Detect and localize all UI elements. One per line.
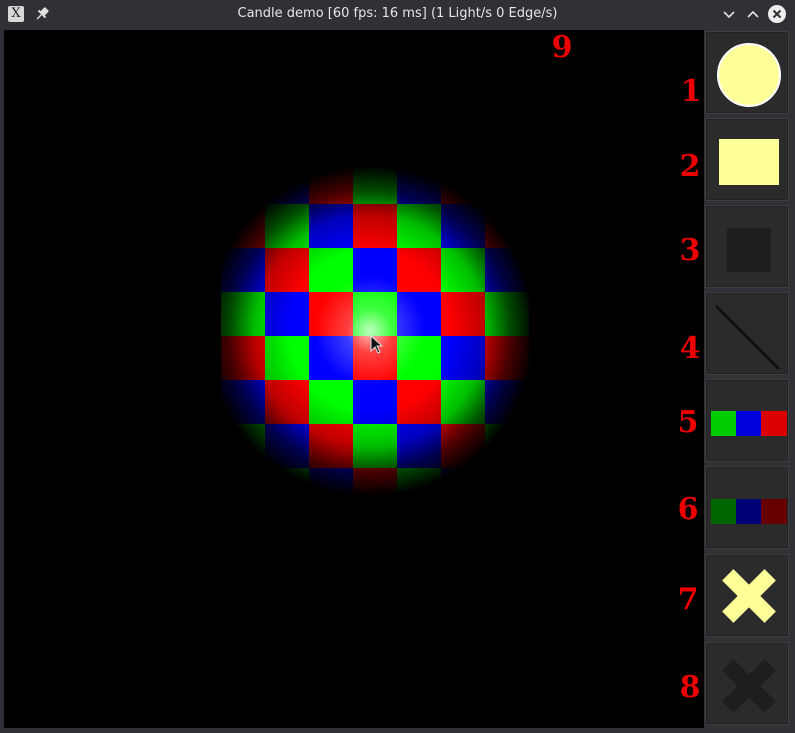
bright-rgb-checker-icon (711, 411, 787, 436)
canvas-label: 9 (551, 30, 573, 65)
add-edge-line-button[interactable] (705, 292, 789, 375)
chevron-up-icon (747, 10, 759, 18)
add-circle-light-button[interactable] (705, 31, 789, 114)
tool-number-7: 7 (677, 582, 699, 617)
title-bar[interactable]: X Candle demo [60 fps: 16 ms] (1 Light/s… (0, 0, 795, 29)
tool-number-1: 1 (680, 74, 702, 109)
clear-lights-button[interactable] (705, 554, 789, 637)
clear-lights-icon (722, 569, 776, 623)
clear-all-icon (722, 659, 776, 713)
dark-square-icon (727, 228, 771, 272)
dark-rgb-checker-icon (711, 499, 787, 524)
minimize-button[interactable] (719, 4, 739, 24)
add-shadow-square-button[interactable] (705, 205, 789, 288)
clear-all-button[interactable] (705, 642, 789, 725)
close-button[interactable] (767, 4, 787, 24)
window-title: Candle demo [60 fps: 16 ms] (1 Light/s 0… (237, 6, 558, 21)
light-rectangle-icon (719, 139, 779, 185)
tool-number-6: 6 (677, 492, 699, 527)
mouse-cursor-icon (370, 335, 384, 354)
tool-number-8: 8 (679, 670, 701, 705)
tool-number-3: 3 (679, 233, 701, 268)
maximize-button[interactable] (743, 4, 763, 24)
tool-number-2: 2 (679, 149, 701, 184)
light-glow (4, 30, 704, 728)
app-window: X Candle demo [60 fps: 16 ms] (1 Light/s… (0, 0, 795, 733)
tool-number-4: 4 (679, 331, 701, 366)
close-icon (768, 5, 786, 23)
light-circle-icon (717, 43, 781, 107)
chevron-down-icon (723, 11, 735, 19)
render-canvas[interactable] (4, 30, 704, 728)
tool-number-5: 5 (677, 405, 699, 440)
dark-floor-button[interactable] (705, 466, 789, 549)
tool-sidebar (705, 30, 791, 730)
bright-floor-button[interactable] (705, 379, 789, 462)
line-edge-icon (714, 304, 781, 371)
add-rectangle-light-button[interactable] (705, 118, 789, 201)
